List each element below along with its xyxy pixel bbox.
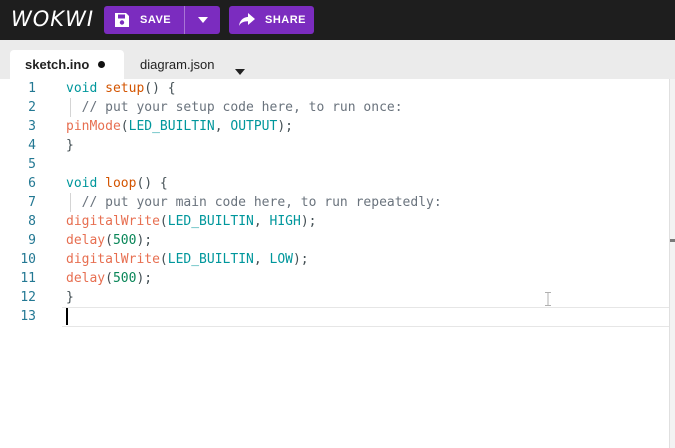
tab-label: sketch.ino <box>25 57 90 72</box>
text-cursor <box>66 308 68 325</box>
chevron-down-icon <box>197 14 208 26</box>
code-text: } <box>66 136 74 155</box>
share-button[interactable]: SHARE <box>229 6 314 34</box>
tab-diagram-json[interactable]: diagram.json <box>140 50 214 79</box>
line-number: 7 <box>28 195 36 210</box>
code-text: void setup() { <box>66 79 176 98</box>
code-token: OUTPUT <box>230 119 278 134</box>
code-token: ( <box>159 214 168 229</box>
code-token: , <box>253 214 270 229</box>
code-token: LED_BUILTIN <box>167 214 254 229</box>
code-line: 9 delay(500); <box>0 231 670 250</box>
vertical-scrollbar[interactable] <box>669 79 675 448</box>
code-token: void <box>66 81 106 96</box>
top-bar: WOKWI SAVE SHARE <box>0 0 675 40</box>
code-editor[interactable]: 1 void setup() {2 // put your setup code … <box>0 79 675 448</box>
code-line: 11 delay(500); <box>0 269 670 288</box>
code-token: ); <box>136 271 153 286</box>
code-text: } <box>66 288 74 307</box>
code-token: LED_BUILTIN <box>167 252 254 267</box>
triangle-down-icon <box>235 60 245 79</box>
ibeam-cursor-icon <box>545 292 551 306</box>
line-number: 1 <box>28 81 36 96</box>
line-number: 13 <box>20 309 36 324</box>
code-line: 10 digitalWrite(LED_BUILTIN, LOW); <box>0 250 670 269</box>
code-token: ( <box>120 119 129 134</box>
save-icon <box>114 12 130 28</box>
code-line: 12} <box>0 288 670 307</box>
line-number: 11 <box>20 271 36 286</box>
line-number: 3 <box>28 119 36 134</box>
code-line: 5 <box>0 155 670 174</box>
indent-guide <box>70 98 71 117</box>
save-label: SAVE <box>140 14 172 26</box>
code-line: 6 void loop() { <box>0 174 670 193</box>
code-line: 1 void setup() { <box>0 79 670 98</box>
unsaved-indicator-icon <box>98 61 106 68</box>
code-line: 4} <box>0 136 670 155</box>
code-text: delay(500); <box>66 269 152 288</box>
tab-sketch-ino[interactable]: sketch.ino <box>10 50 124 79</box>
code-text: digitalWrite(LED_BUILTIN, LOW); <box>66 250 309 269</box>
code-token: , <box>214 119 231 134</box>
code-token: loop <box>105 176 137 191</box>
code-text: void loop() { <box>66 174 168 193</box>
code-token: ); <box>292 252 309 267</box>
code-token: delay <box>66 271 106 286</box>
code-token: 500 <box>112 271 137 286</box>
code-token: ); <box>300 214 317 229</box>
code-line: 13 <box>0 307 670 326</box>
code-token: LOW <box>269 252 293 267</box>
code-token: LED_BUILTIN <box>128 119 215 134</box>
code-token: digitalWrite <box>66 214 160 229</box>
code-token: delay <box>66 233 106 248</box>
code-line: 3 pinMode(LED_BUILTIN, OUTPUT); <box>0 117 670 136</box>
line-number: 12 <box>20 290 36 305</box>
share-label: SHARE <box>265 14 307 26</box>
save-dropdown-button[interactable] <box>185 6 220 34</box>
indent-guide <box>70 193 71 212</box>
line-number: 5 <box>28 157 36 172</box>
code-line: 8 digitalWrite(LED_BUILTIN, HIGH); <box>0 212 670 231</box>
line-number: 10 <box>20 252 36 267</box>
code-token: ( <box>105 233 113 248</box>
code-token: // put your main code here, to run repea… <box>66 195 442 210</box>
code-text: // put your setup code here, to run once… <box>66 98 403 117</box>
code-token: ( <box>105 271 113 286</box>
save-button-group: SAVE <box>104 6 220 34</box>
code-token: () { <box>144 81 176 96</box>
code-token: ); <box>136 233 153 248</box>
tab-menu-button[interactable] <box>235 60 245 79</box>
code-token: 500 <box>112 233 137 248</box>
code-text: // put your main code here, to run repea… <box>66 193 442 212</box>
code-line: 7 // put your main code here, to run rep… <box>0 193 670 212</box>
wokwi-logo[interactable]: WOKWI <box>11 6 94 32</box>
code-token: ); <box>277 119 293 134</box>
code-token: pinMode <box>66 119 121 134</box>
code-token: // put your setup code here, to run once… <box>66 100 403 115</box>
code-token: () { <box>136 176 168 191</box>
tab-label: diagram.json <box>140 57 215 72</box>
code-token: ( <box>159 252 168 267</box>
code-text: digitalWrite(LED_BUILTIN, HIGH); <box>66 212 316 231</box>
save-button[interactable]: SAVE <box>104 6 184 34</box>
code-token: digitalWrite <box>66 252 160 267</box>
scrollbar-thumb[interactable] <box>670 239 675 242</box>
code-text: pinMode(LED_BUILTIN, OUTPUT); <box>66 117 293 136</box>
share-icon <box>239 13 255 27</box>
line-number: 9 <box>28 233 36 248</box>
code-line: 2 // put your setup code here, to run on… <box>0 98 670 117</box>
code-token: setup <box>105 81 145 96</box>
line-number: 4 <box>28 138 36 153</box>
code-token: void <box>66 176 106 191</box>
code-token: } <box>66 138 74 153</box>
line-number: 2 <box>28 100 36 115</box>
code-token: } <box>66 290 74 305</box>
code-token: , <box>253 252 270 267</box>
code-text: delay(500); <box>66 231 152 250</box>
line-number: 6 <box>28 176 36 191</box>
line-number: 8 <box>28 214 36 229</box>
code-token: HIGH <box>269 214 301 229</box>
file-tab-bar: sketch.ino diagram.json <box>0 40 675 79</box>
